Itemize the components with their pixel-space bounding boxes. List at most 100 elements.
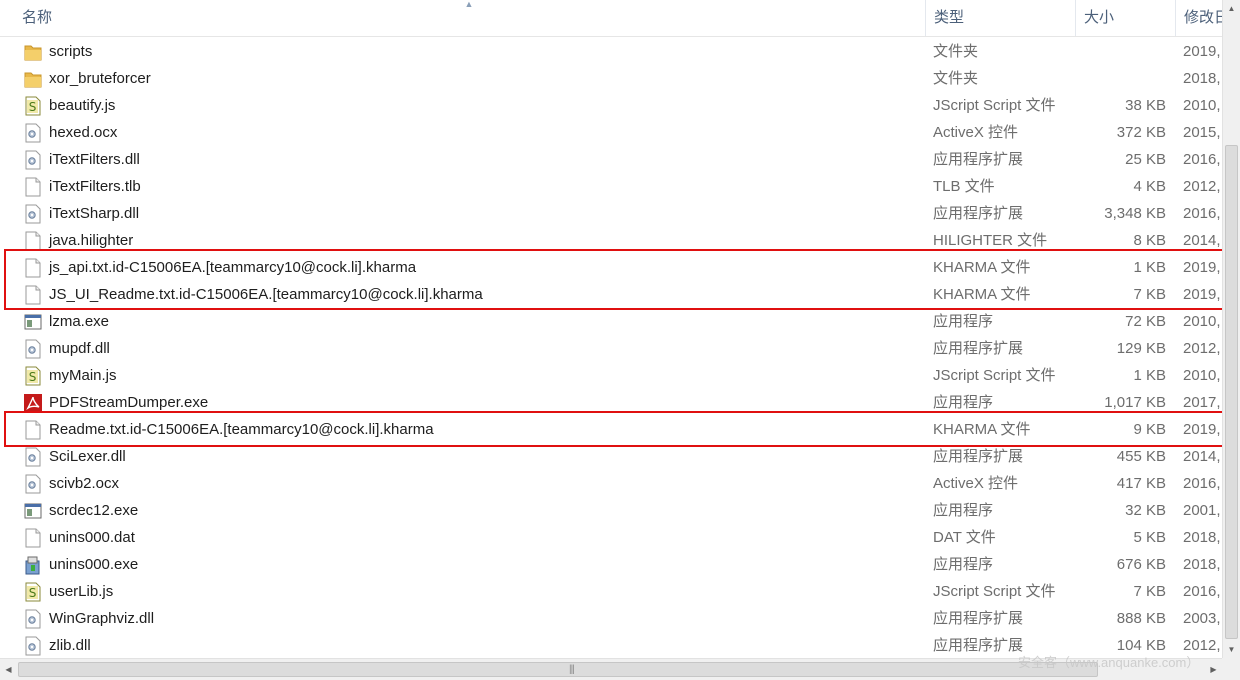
scroll-up-arrow-icon[interactable]: ▲ <box>1223 0 1240 17</box>
file-row-scivb2-ocx[interactable]: scivb2.ocx ActiveX 控件 417 KB 2016, <box>0 470 1222 497</box>
vertical-scrollbar[interactable]: ▲ ▼ <box>1222 0 1240 658</box>
column-header-date[interactable]: 修改日 <box>1175 0 1222 36</box>
svg-text:S: S <box>29 370 37 384</box>
file-row-readme-txt-id-c15006ea-teammarcy10-cock-li-kharma[interactable]: Readme.txt.id-C15006EA.[teammarcy10@cock… <box>0 416 1222 443</box>
file-name: scripts <box>49 43 93 60</box>
file-name: scivb2.ocx <box>49 475 120 492</box>
horizontal-scroll-thumb[interactable]: ||| <box>18 662 1098 677</box>
file-name: JS_UI_Readme.txt.id-C15006EA.[teammarcy1… <box>49 286 483 303</box>
pdf-app-icon <box>24 393 42 413</box>
file-type: 文件夹 <box>933 43 979 60</box>
file-type: 应用程序 <box>933 556 994 573</box>
file-row-unins000-dat[interactable]: unins000.dat DAT 文件 5 KB 2018, <box>0 524 1222 551</box>
file-size: 38 KB <box>1125 97 1166 114</box>
blank-file-icon <box>24 528 42 548</box>
file-date: 2016, <box>1183 205 1221 222</box>
jscript-file-icon: S <box>24 96 42 116</box>
file-type: 应用程序扩展 <box>933 637 1024 654</box>
file-type: JScript Script 文件 <box>933 97 1056 114</box>
file-date: 2019, <box>1183 43 1221 60</box>
blank-file-icon <box>24 258 42 278</box>
scrollbar-corner <box>1222 658 1240 680</box>
jscript-file-icon: S <box>24 582 42 602</box>
file-type: 应用程序扩展 <box>933 151 1024 168</box>
file-size: 25 KB <box>1125 151 1166 168</box>
scroll-down-arrow-icon[interactable]: ▼ <box>1223 641 1240 658</box>
file-name: mupdf.dll <box>49 340 110 357</box>
file-name: scrdec12.exe <box>49 502 139 519</box>
file-date: 2010, <box>1183 97 1221 114</box>
file-row-userlib-js[interactable]: SuserLib.js JScript Script 文件 7 KB 2016, <box>0 578 1222 605</box>
vertical-scroll-thumb[interactable] <box>1225 145 1238 639</box>
dll-file-icon <box>24 447 42 467</box>
file-name: WinGraphviz.dll <box>49 610 155 627</box>
file-name: unins000.exe <box>49 556 139 573</box>
file-type: ActiveX 控件 <box>933 124 1019 141</box>
dll-file-icon <box>24 204 42 224</box>
column-header-name[interactable]: 名称 <box>0 0 925 36</box>
dll-file-icon <box>24 609 42 629</box>
file-row-hexed-ocx[interactable]: hexed.ocx ActiveX 控件 372 KB 2015, <box>0 119 1222 146</box>
column-header-size[interactable]: 大小 <box>1075 0 1175 36</box>
file-row-scilexer-dll[interactable]: SciLexer.dll 应用程序扩展 455 KB 2014, <box>0 443 1222 470</box>
file-name: iTextSharp.dll <box>49 205 140 222</box>
file-type: KHARMA 文件 <box>933 286 1031 303</box>
file-row-unins000-exe[interactable]: unins000.exe 应用程序 676 KB 2018, <box>0 551 1222 578</box>
file-type: KHARMA 文件 <box>933 421 1031 438</box>
file-row-itextfilters-dll[interactable]: iTextFilters.dll 应用程序扩展 25 KB 2016, <box>0 146 1222 173</box>
file-type: 应用程序扩展 <box>933 610 1024 627</box>
file-date: 2016, <box>1183 151 1221 168</box>
file-row-mupdf-dll[interactable]: mupdf.dll 应用程序扩展 129 KB 2012, <box>0 335 1222 362</box>
file-row-beautify-js[interactable]: Sbeautify.js JScript Script 文件 38 KB 2010, <box>0 92 1222 119</box>
file-name: iTextFilters.tlb <box>49 178 141 195</box>
file-name: beautify.js <box>49 97 116 114</box>
file-type: ActiveX 控件 <box>933 475 1019 492</box>
file-date: 2019, <box>1183 259 1221 276</box>
file-date: 2018, <box>1183 70 1221 87</box>
dll-file-icon <box>24 636 42 656</box>
file-row-js-ui-readme-txt-id-c15006ea-teammarcy10-cock-li-kharma[interactable]: JS_UI_Readme.txt.id-C15006EA.[teammarcy1… <box>0 281 1222 308</box>
file-row-itextfilters-tlb[interactable]: iTextFilters.tlb TLB 文件 4 KB 2012, <box>0 173 1222 200</box>
scroll-right-arrow-icon[interactable]: ▶ <box>1205 659 1222 680</box>
scroll-left-arrow-icon[interactable]: ◀ <box>0 659 17 680</box>
file-date: 2017, <box>1183 394 1221 411</box>
file-row-itextsharp-dll[interactable]: iTextSharp.dll 应用程序扩展 3,348 KB 2016, <box>0 200 1222 227</box>
file-size: 7 KB <box>1133 583 1166 600</box>
file-type: 应用程序扩展 <box>933 205 1024 222</box>
file-type: 应用程序扩展 <box>933 448 1024 465</box>
file-size: 7 KB <box>1133 286 1166 303</box>
blank-file-icon <box>24 285 42 305</box>
file-size: 32 KB <box>1125 502 1166 519</box>
file-type: KHARMA 文件 <box>933 259 1031 276</box>
file-date: 2012, <box>1183 178 1221 195</box>
exe-file-icon <box>24 312 42 332</box>
jscript-file-icon: S <box>24 366 42 386</box>
file-name: hexed.ocx <box>49 124 118 141</box>
file-row-pdfstreamdumper-exe[interactable]: PDFStreamDumper.exe 应用程序 1,017 KB 2017, <box>0 389 1222 416</box>
file-row-mymain-js[interactable]: SmyMain.js JScript Script 文件 1 KB 2010, <box>0 362 1222 389</box>
svg-text:S: S <box>29 100 37 114</box>
file-size: 1,017 KB <box>1104 394 1166 411</box>
file-size: 888 KB <box>1116 610 1166 627</box>
file-row-java-hilighter[interactable]: java.hilighter HILIGHTER 文件 8 KB 2014, <box>0 227 1222 254</box>
column-header-type[interactable]: 类型 <box>925 0 1075 36</box>
file-list: scripts 文件夹 2019, xor_bruteforcer 文件夹 2018, Sb… <box>0 38 1222 659</box>
column-header-bar: ▲ 名称 类型 大小 修改日 <box>0 0 1222 37</box>
file-row-js-api-txt-id-c15006ea-teammarcy10-cock-li-kharma[interactable]: js_api.txt.id-C15006EA.[teammarcy10@cock… <box>0 254 1222 281</box>
file-name: SciLexer.dll <box>49 448 126 465</box>
file-row-wingraphviz-dll[interactable]: WinGraphviz.dll 应用程序扩展 888 KB 2003, <box>0 605 1222 632</box>
file-size: 8 KB <box>1133 232 1166 249</box>
file-type: 应用程序扩展 <box>933 340 1024 357</box>
file-row-scrdec12-exe[interactable]: scrdec12.exe 应用程序 32 KB 2001, <box>0 497 1222 524</box>
dll-file-icon <box>24 123 42 143</box>
file-name: iTextFilters.dll <box>49 151 140 168</box>
file-name: xor_bruteforcer <box>49 70 151 87</box>
file-date: 2019, <box>1183 286 1221 303</box>
file-name: java.hilighter <box>49 232 134 249</box>
file-row-lzma-exe[interactable]: lzma.exe 应用程序 72 KB 2010, <box>0 308 1222 335</box>
file-type: TLB 文件 <box>933 178 995 195</box>
file-row-xor-bruteforcer[interactable]: xor_bruteforcer 文件夹 2018, <box>0 65 1222 92</box>
file-date: 2012, <box>1183 340 1221 357</box>
file-row-scripts[interactable]: scripts 文件夹 2019, <box>0 38 1222 65</box>
file-size: 417 KB <box>1116 475 1166 492</box>
